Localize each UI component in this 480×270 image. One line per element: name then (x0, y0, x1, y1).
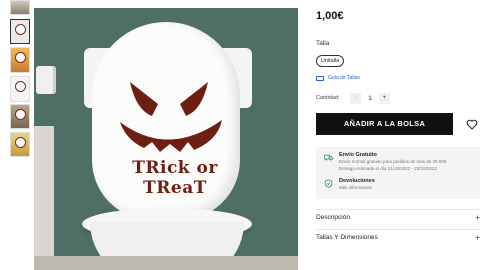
shipping-line-1: Envío normal gratuito para pedidos de má… (339, 159, 447, 164)
returns-more-info-link[interactable]: Más información (339, 185, 375, 191)
returns-info: Devoluciones Más información (324, 178, 375, 191)
thumbnail-3[interactable] (10, 47, 30, 73)
product-page: TRick or TReaT 1,00€ Talla Unitalla Guía… (0, 0, 480, 270)
thumbnail-face (15, 24, 26, 35)
shipping-line-2: Entrega estimada el día 21/10/2022 - 23/… (339, 165, 437, 171)
thumbnail-2[interactable] (10, 19, 30, 44)
size-option-chip[interactable]: Unitalla (316, 55, 344, 67)
thumbnail-4[interactable] (10, 76, 30, 102)
truck-icon (324, 154, 333, 161)
plus-icon: + (475, 213, 480, 222)
shield-check-icon (324, 179, 333, 188)
thumbnail-face (15, 52, 26, 63)
heart-outline-icon (466, 119, 478, 130)
returns-title: Devoluciones (339, 178, 375, 184)
thumbnail-face (15, 137, 26, 148)
quantity-increase-button[interactable]: + (379, 93, 390, 104)
accordion-label: Descripción (316, 214, 350, 221)
product-main-image[interactable]: TRick or TReaT (34, 8, 298, 270)
delivery-info-box: Envío Gratuito Envío normal gratuito par… (316, 147, 480, 199)
product-price: 1,00€ (316, 10, 344, 22)
quantity-value[interactable]: 1 (361, 96, 379, 102)
add-to-bag-button[interactable]: AÑADIR A LA BOLSA (316, 113, 453, 135)
thumbnail-strip (0, 0, 34, 270)
favorite-button[interactable] (461, 113, 480, 135)
accordion-size-dimensions[interactable]: Tallas Y Dimensiones + (316, 229, 480, 245)
thumbnail-5[interactable] (10, 104, 30, 129)
ruler-icon (316, 75, 324, 81)
pumpkin-face-sticker (120, 82, 222, 152)
shipping-info: Envío Gratuito Envío normal gratuito par… (324, 152, 446, 171)
thumbnail-1[interactable] (10, 0, 30, 15)
plus-icon: + (475, 233, 480, 242)
size-guide-label: Guía de Tallas (328, 75, 360, 81)
quantity-label: Cantidad: (316, 95, 340, 101)
quantity-stepper: - 1 + (350, 93, 390, 104)
thumbnail-6[interactable] (10, 132, 30, 157)
thumbnail-face (15, 109, 26, 120)
accordion-description[interactable]: Descripción + (316, 209, 480, 225)
sticker-text: TRick or TReaT (132, 158, 218, 198)
shipping-title: Envío Gratuito (339, 152, 377, 158)
quantity-decrease-button[interactable]: - (350, 93, 361, 104)
product-info-panel: 1,00€ Talla Unitalla Guía de Tallas Cant… (308, 0, 480, 270)
size-label: Talla (316, 40, 330, 47)
size-guide-link[interactable]: Guía de Tallas (316, 74, 360, 82)
accordion-label: Tallas Y Dimensiones (316, 234, 378, 241)
thumbnail-face (15, 81, 26, 92)
